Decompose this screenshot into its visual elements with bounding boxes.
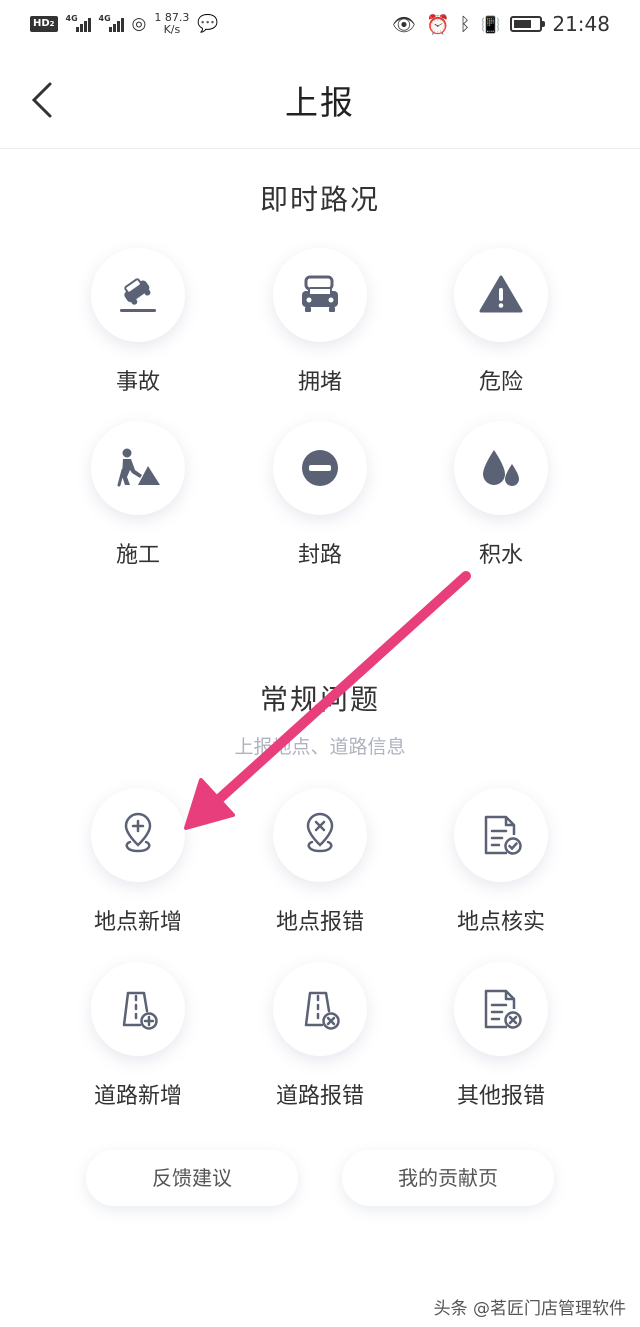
- report-danger-button[interactable]: 危险: [421, 248, 581, 395]
- hotspot-icon: ◎: [131, 14, 147, 34]
- item-label: 道路新增: [93, 1084, 182, 1109]
- item-label: 地点新增: [93, 910, 182, 935]
- report-congestion-button[interactable]: 拥堵: [240, 248, 400, 395]
- item-label: 地点报错: [275, 910, 364, 935]
- item-label: 事故: [115, 370, 160, 395]
- item-label: 道路报错: [275, 1084, 364, 1109]
- water-drop-icon: [483, 450, 519, 486]
- item-label: 施工: [115, 543, 160, 568]
- realtime-section-title: 即时路况: [259, 183, 380, 216]
- message-icon: 💬: [197, 14, 219, 34]
- icon-circle: [273, 248, 367, 342]
- item-label: 拥堵: [297, 370, 342, 395]
- icon-circle: [454, 248, 548, 342]
- location-error-button[interactable]: 地点报错: [240, 788, 400, 935]
- icon-circle: [91, 421, 185, 515]
- clock: 21:48: [552, 12, 610, 36]
- bluetooth-icon: ᛒ: [459, 13, 471, 35]
- feedback-button[interactable]: 反馈建议: [86, 1150, 298, 1206]
- hd-badge: HD2: [30, 16, 58, 32]
- construction-icon: [117, 448, 160, 487]
- car-accident-icon: [120, 278, 156, 312]
- signal-icon: 4G: [99, 14, 124, 32]
- traffic-jam-icon: [302, 275, 338, 312]
- location-add-icon: [124, 812, 152, 853]
- document-error-icon: [484, 989, 522, 1029]
- road-closed-icon: [302, 450, 338, 486]
- page-title: 上报: [285, 83, 355, 122]
- report-flooding-button[interactable]: 积水: [421, 421, 581, 568]
- battery-icon: [510, 16, 546, 32]
- network-speed: 1 87.3 K/s: [154, 11, 190, 36]
- report-accident-button[interactable]: 事故: [58, 248, 218, 395]
- icon-circle: [454, 962, 548, 1056]
- header: 上报: [0, 48, 640, 149]
- eye-icon: 👁: [391, 13, 416, 36]
- regular-section-title: 常规问题: [259, 683, 380, 716]
- icon-circle: [454, 421, 548, 515]
- item-label: 封路: [297, 543, 342, 568]
- other-error-button[interactable]: 其他报错: [421, 962, 581, 1109]
- icon-circle: [91, 248, 185, 342]
- icon-circle: [454, 788, 548, 882]
- report-construction-button[interactable]: 施工: [58, 421, 218, 568]
- signal-icon: 4G: [66, 14, 91, 32]
- icon-circle: [273, 421, 367, 515]
- location-verify-button[interactable]: 地点核实: [421, 788, 581, 935]
- road-error-icon: [304, 991, 340, 1030]
- road-add-icon: [122, 991, 158, 1030]
- my-contributions-button[interactable]: 我的贡献页: [342, 1150, 554, 1206]
- watermark: 头条 @茗匠门店管理软件: [433, 1299, 626, 1319]
- regular-section-subtitle: 上报地点、道路信息: [234, 736, 406, 758]
- item-label: 危险: [478, 370, 523, 395]
- warning-icon: [479, 275, 523, 313]
- location-add-button[interactable]: 地点新增: [58, 788, 218, 935]
- icon-circle: [273, 788, 367, 882]
- status-bar: HD2 4G 4G ◎ 1 87.3 K/s 💬 👁 ⏰ ᛒ 📳 21:48: [0, 0, 640, 48]
- alarm-icon: ⏰: [425, 13, 450, 36]
- icon-circle: [273, 962, 367, 1056]
- report-road-closed-button[interactable]: 封路: [240, 421, 400, 568]
- item-label: 其他报错: [456, 1084, 545, 1109]
- battery-level: [514, 20, 532, 28]
- item-label: 地点核实: [456, 910, 545, 935]
- road-add-button[interactable]: 道路新增: [58, 962, 218, 1109]
- icon-circle: [91, 788, 185, 882]
- road-error-button[interactable]: 道路报错: [240, 962, 400, 1109]
- vibrate-icon: 📳: [480, 14, 501, 34]
- item-label: 积水: [478, 543, 523, 568]
- document-check-icon: [484, 815, 522, 855]
- location-error-icon: [306, 812, 334, 853]
- icon-circle: [91, 962, 185, 1056]
